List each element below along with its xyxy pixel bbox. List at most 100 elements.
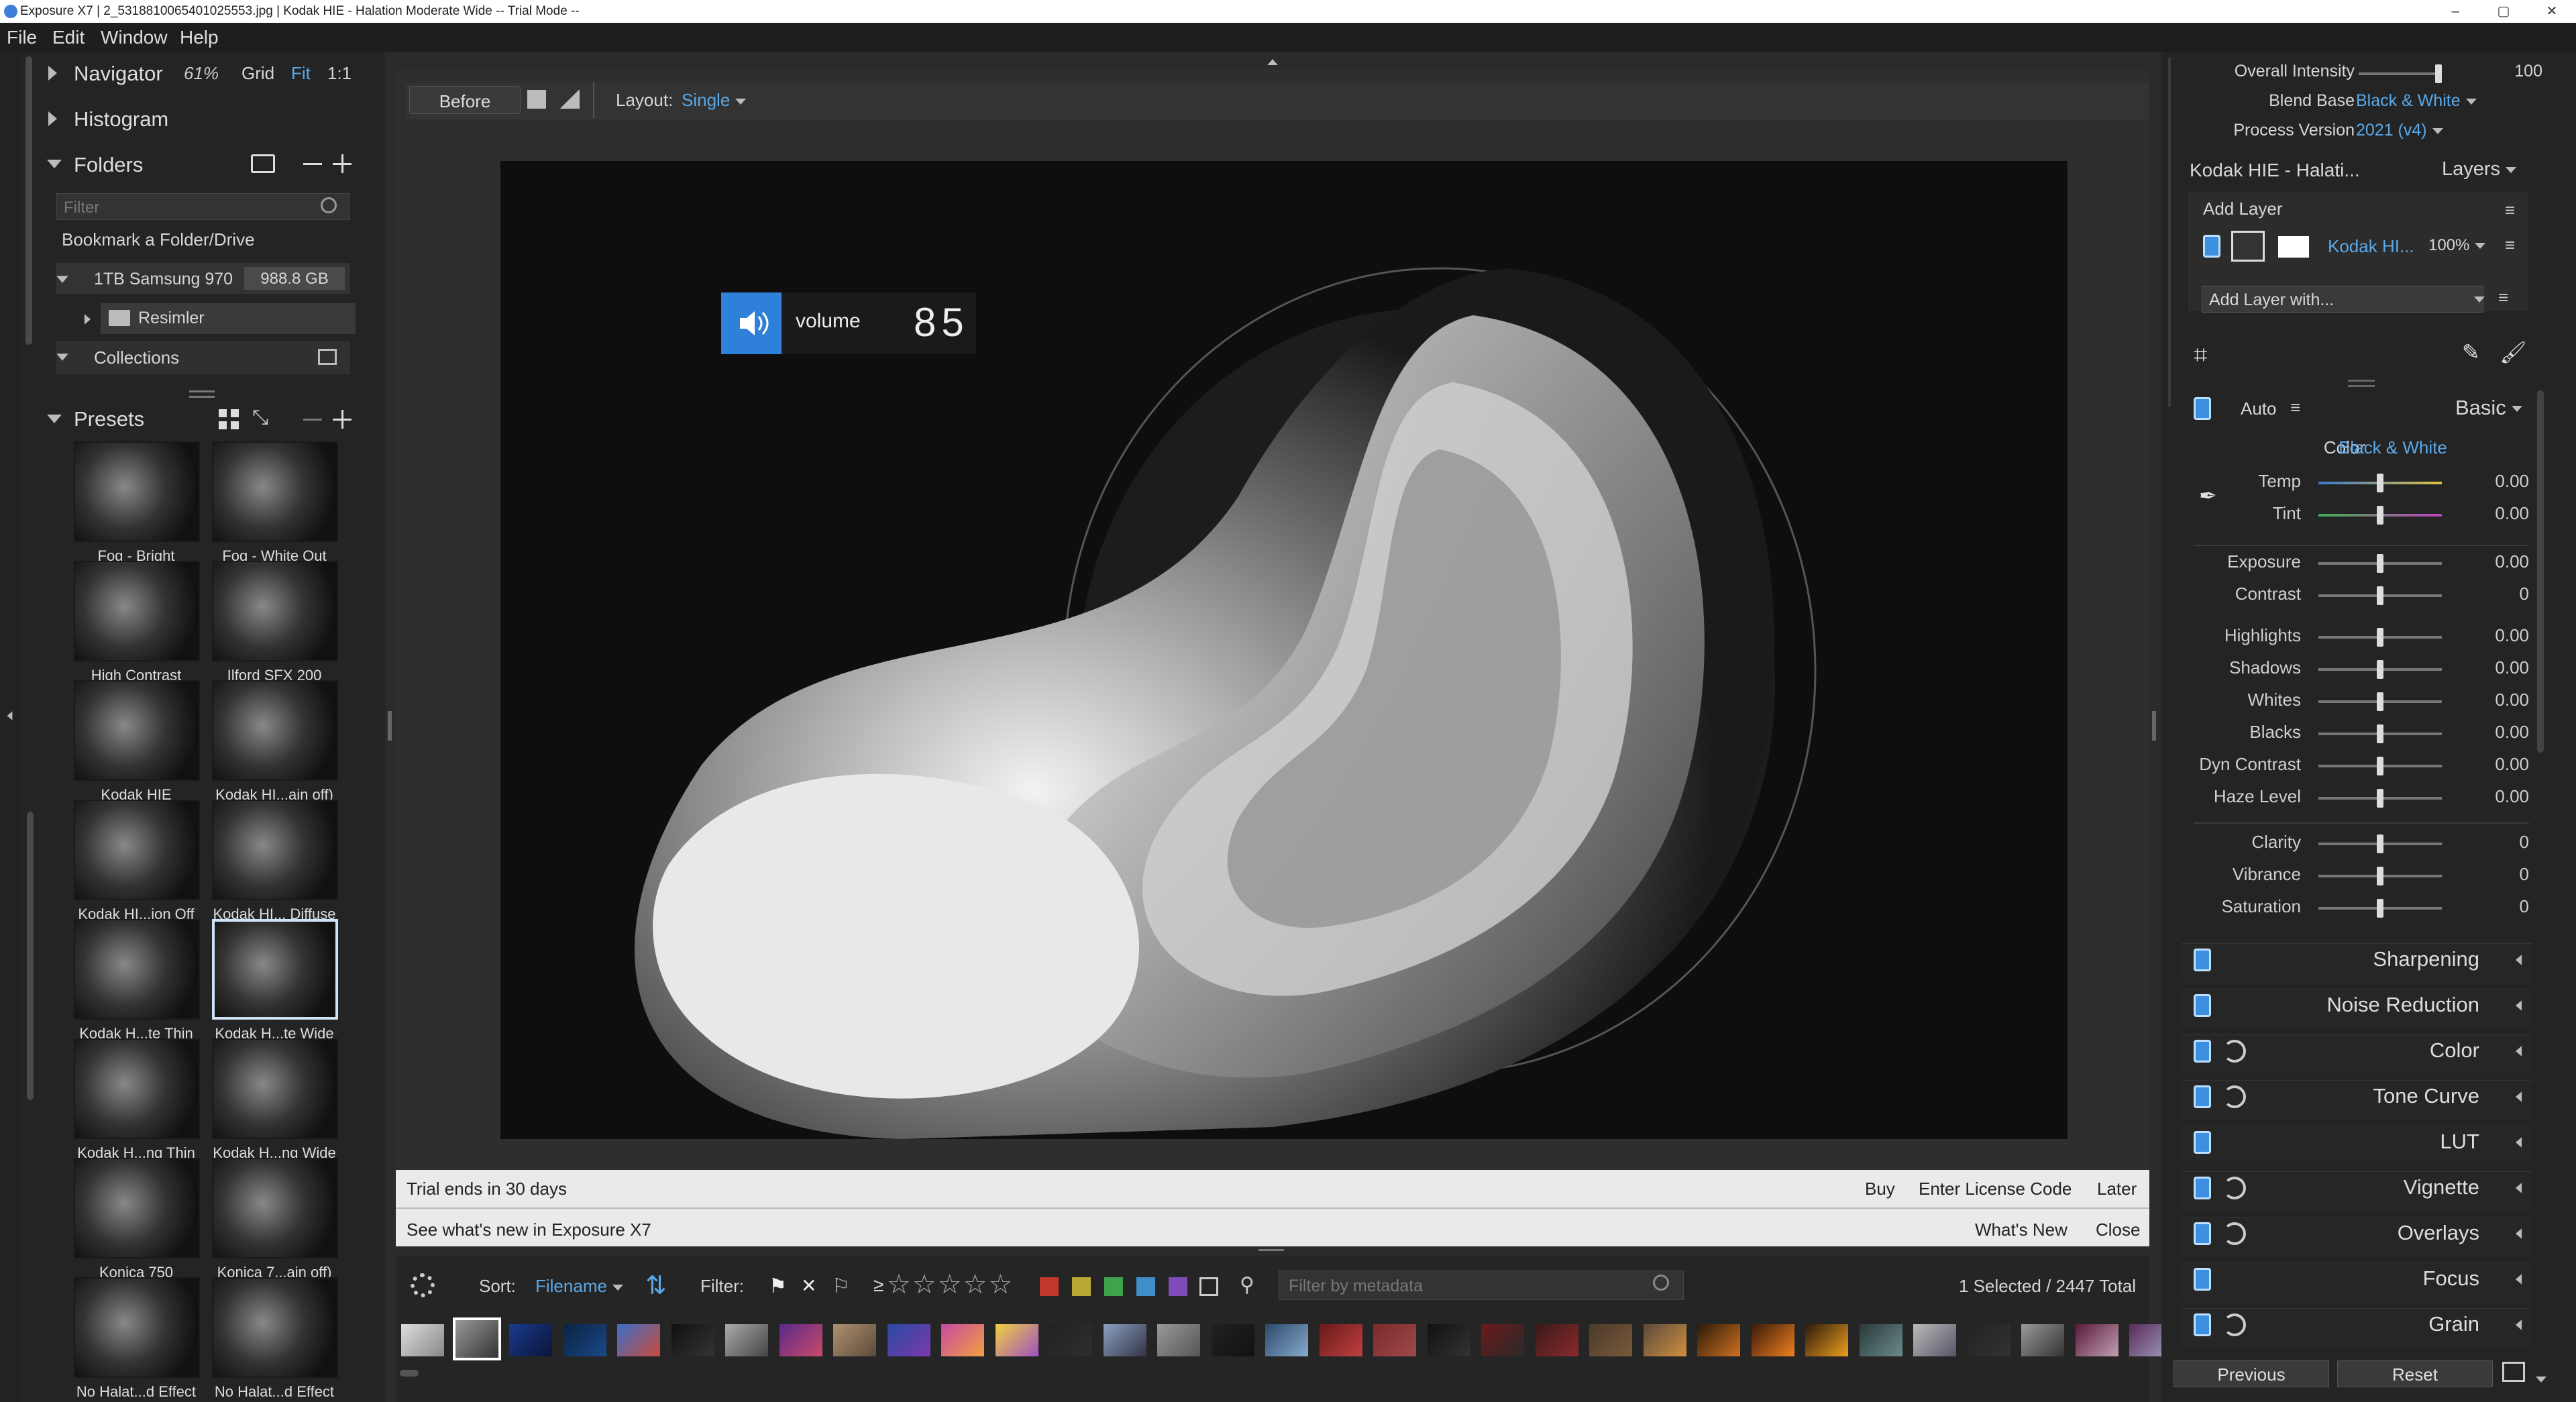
sync-icon[interactable]: [2223, 1177, 2246, 1199]
right-divider-grip[interactable]: [2348, 380, 2375, 382]
section-enable-toggle[interactable]: [2194, 1131, 2211, 1154]
navigator-1to1[interactable]: 1:1: [327, 63, 352, 84]
crop-icon[interactable]: ⌗: [2194, 341, 2207, 370]
slider-knob[interactable]: [2377, 724, 2383, 743]
section-label[interactable]: Overlays: [2281, 1221, 2479, 1245]
slider-knob[interactable]: [2377, 628, 2383, 647]
presets-minus-icon[interactable]: [303, 419, 322, 421]
layout-dropdown[interactable]: Single: [682, 90, 747, 111]
filmstrip-thumbnail[interactable]: [887, 1324, 930, 1356]
basic-menu-icon[interactable]: ≡: [2290, 397, 2300, 418]
slider-value[interactable]: 0.00: [2469, 754, 2529, 775]
slider-knob[interactable]: [2377, 789, 2383, 808]
bottom-divider-grip[interactable]: [1258, 1249, 1284, 1251]
color-filter-swatch[interactable]: [1072, 1277, 1091, 1296]
search-icon[interactable]: [321, 197, 337, 213]
expand-icon[interactable]: [2515, 1319, 2522, 1330]
left-scrollbar-top[interactable]: [25, 56, 32, 345]
slider-value[interactable]: 0: [2469, 864, 2529, 885]
folders-filter-input[interactable]: Filter: [56, 193, 350, 220]
filmstrip-thumbnail[interactable]: [779, 1324, 822, 1356]
panel-divider-grip[interactable]: [189, 390, 215, 392]
section-enable-toggle[interactable]: [2194, 1222, 2211, 1245]
filmstrip-thumbnail[interactable]: [401, 1324, 444, 1356]
histogram-header[interactable]: Histogram: [74, 107, 168, 131]
preset-thumbnail[interactable]: [74, 680, 200, 781]
layer-mask-thumbnail[interactable]: [2278, 236, 2309, 258]
filmstrip-thumbnail[interactable]: [725, 1324, 768, 1356]
metadata-filter-icon[interactable]: ⚲: [1240, 1273, 1254, 1297]
metadata-filter-input[interactable]: Filter by metadata: [1279, 1271, 1684, 1300]
section-enable-toggle[interactable]: [2194, 949, 2211, 971]
filmstrip-thumbnail[interactable]: [2075, 1324, 2118, 1356]
slider-value[interactable]: 0: [2469, 832, 2529, 853]
layer-brush-icon[interactable]: [2231, 231, 2265, 262]
auto-button[interactable]: Auto: [2241, 398, 2277, 419]
left-scrollbar-presets[interactable]: [27, 812, 34, 1100]
layer-name[interactable]: Kodak HI...: [2328, 236, 2414, 257]
navigator-fit[interactable]: Fit: [291, 63, 311, 84]
section-enable-toggle[interactable]: [2194, 1040, 2211, 1063]
slider-knob[interactable]: [2377, 474, 2383, 492]
collections-collapse-icon[interactable]: [56, 354, 68, 361]
preset-thumbnail[interactable]: [212, 800, 338, 900]
maximize-button[interactable]: ▢: [2483, 0, 2524, 23]
preset-thumbnail[interactable]: [212, 441, 338, 542]
slider-value[interactable]: 0.00: [2469, 786, 2529, 807]
overall-intensity-track[interactable]: [2359, 72, 2439, 75]
slider-value[interactable]: 0.00: [2469, 657, 2529, 678]
expand-icon[interactable]: [2515, 1137, 2522, 1148]
close-window-button[interactable]: ✕: [2532, 0, 2572, 23]
folder-add-icon[interactable]: [251, 154, 275, 173]
folders-header[interactable]: Folders: [74, 153, 143, 177]
filmstrip-thumbnail[interactable]: [1913, 1324, 1956, 1356]
preset-thumbnail[interactable]: [212, 919, 338, 1020]
section-label[interactable]: Tone Curve: [2281, 1084, 2479, 1108]
single-view-icon[interactable]: [527, 90, 546, 109]
filmstrip-thumbnail[interactable]: [1265, 1324, 1308, 1356]
filmstrip-thumbnail[interactable]: [1427, 1324, 1470, 1356]
preset-thumbnail[interactable]: [74, 800, 200, 900]
filmstrip-scrollbar[interactable]: [400, 1370, 419, 1377]
filmstrip-thumbnail[interactable]: [1967, 1324, 2010, 1356]
slider-value[interactable]: 0.00: [2469, 503, 2529, 524]
brush-icon[interactable]: 🖌: [2500, 339, 2527, 365]
filmstrip-thumbnail[interactable]: [1373, 1324, 1416, 1356]
section-label[interactable]: Focus: [2281, 1266, 2479, 1291]
slider-value[interactable]: 0: [2469, 896, 2529, 917]
enter-license-button[interactable]: Enter License Code: [1919, 1179, 2072, 1199]
later-button[interactable]: Later: [2097, 1179, 2137, 1199]
section-label[interactable]: Color: [2281, 1038, 2479, 1063]
preset-thumbnail[interactable]: [74, 561, 200, 661]
section-label[interactable]: Noise Reduction: [2281, 993, 2479, 1017]
expand-icon[interactable]: [2515, 1046, 2522, 1057]
expand-icon[interactable]: [2515, 1274, 2522, 1285]
section-enable-toggle[interactable]: [2194, 1177, 2211, 1199]
section-enable-toggle[interactable]: [2194, 1313, 2211, 1336]
color-mode-value[interactable]: Black & White: [2339, 437, 2447, 458]
add-layer-options-icon[interactable]: ≡: [2498, 287, 2508, 308]
slider-knob[interactable]: [2377, 867, 2383, 885]
color-filter-swatch[interactable]: [1136, 1277, 1155, 1296]
expand-icon[interactable]: [2515, 1091, 2522, 1102]
preset-thumbnail[interactable]: [74, 1158, 200, 1258]
color-filter-swatch[interactable]: [1104, 1277, 1123, 1296]
no-color-filter-icon[interactable]: [1199, 1277, 1218, 1296]
preset-thumbnail[interactable]: [74, 1277, 200, 1378]
filmstrip-thumbnail[interactable]: [2021, 1324, 2064, 1356]
layer-opacity[interactable]: 100%: [2428, 236, 2486, 255]
section-label[interactable]: Vignette: [2281, 1175, 2479, 1199]
filmstrip-thumbnail[interactable]: [1643, 1324, 1686, 1356]
layers-menu-icon[interactable]: ≡: [2505, 200, 2515, 221]
navigator-header[interactable]: Navigator: [74, 62, 163, 86]
slider-value[interactable]: 0.00: [2469, 551, 2529, 572]
slider-knob[interactable]: [2377, 506, 2383, 525]
right-splitter-handle[interactable]: [2152, 711, 2156, 741]
layers-dropdown[interactable]: Layers: [2442, 158, 2517, 180]
preset-thumbnail[interactable]: [212, 1277, 338, 1378]
layer-visibility-toggle[interactable]: [2203, 235, 2220, 258]
filmstrip-thumbnail[interactable]: [1211, 1324, 1254, 1356]
minimize-button[interactable]: –: [2435, 0, 2475, 23]
reset-button[interactable]: Reset: [2337, 1360, 2493, 1387]
split-view-icon[interactable]: [559, 90, 580, 109]
